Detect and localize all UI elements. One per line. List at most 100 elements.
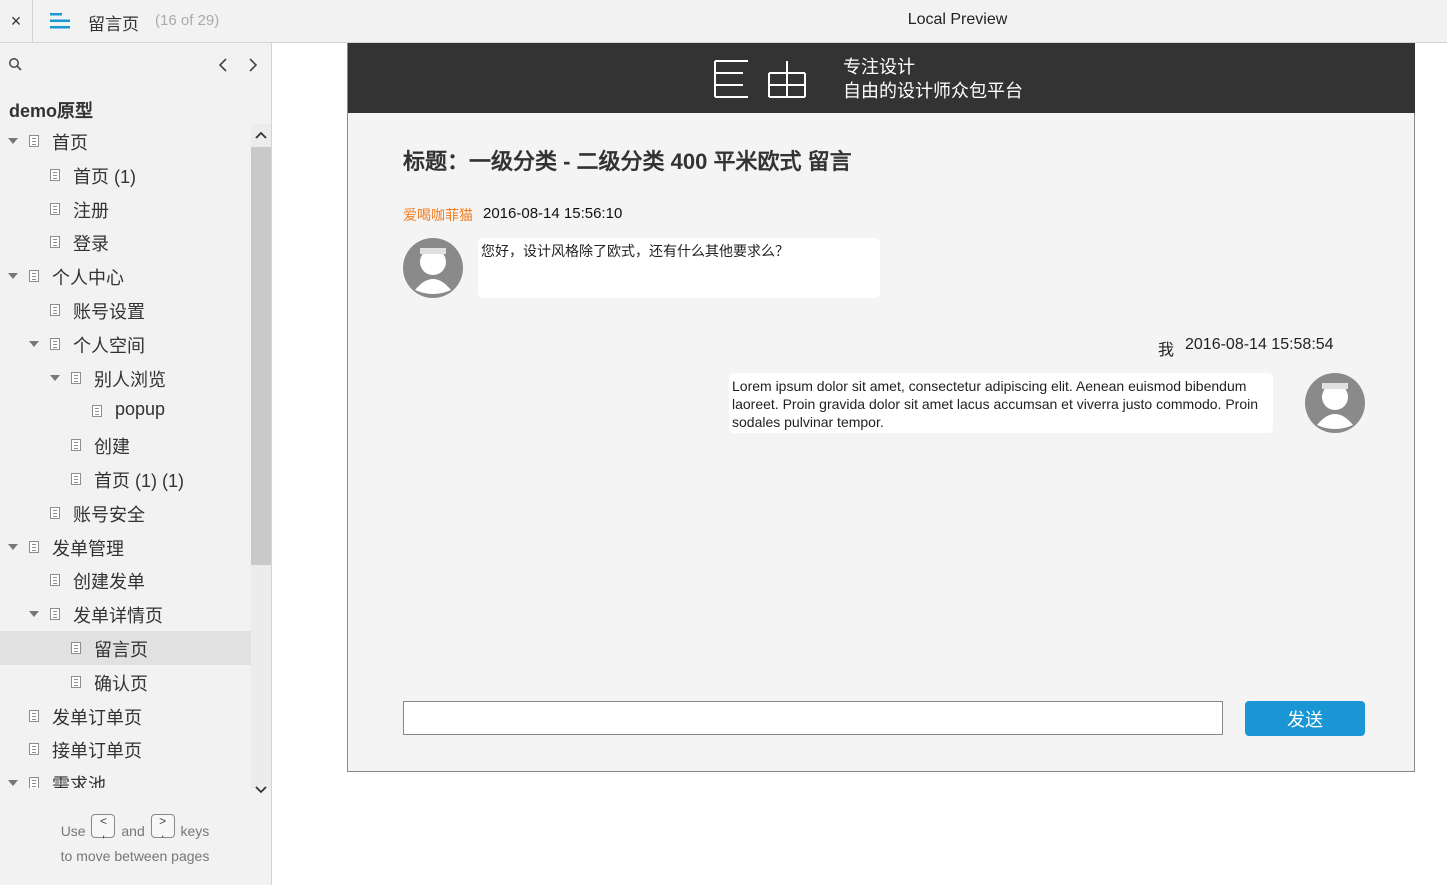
project-name: demo原型 <box>9 101 94 121</box>
prev-key-cap: < , <box>91 814 116 839</box>
tree-item-label: 创建 <box>94 437 130 458</box>
page-icon <box>50 337 60 350</box>
page-icon <box>29 743 39 756</box>
page-icon <box>29 777 39 788</box>
send-button[interactable]: 发送 <box>1245 701 1365 736</box>
tree-item[interactable]: 账号设置 <box>0 293 251 327</box>
tree-item[interactable]: 别人浏览 <box>0 361 251 395</box>
tree-item-label: 首页 (1) (1) <box>94 471 184 491</box>
help-and: and <box>121 823 145 839</box>
tree-item-label: 发单订单页 <box>52 707 142 728</box>
page-icon <box>71 439 81 452</box>
tree-item-label: 首页 <box>52 133 88 153</box>
tree-item[interactable]: 登录 <box>0 225 251 259</box>
page-tree: 首页首页 (1) 注册登录个人中心账号设置个人空间别人浏览 popup 创建首页 (1… <box>0 124 251 788</box>
tree-item[interactable]: 个人空间 <box>0 327 251 361</box>
close-icon: × <box>10 10 22 31</box>
search-icon[interactable] <box>8 57 24 73</box>
expand-caret-icon[interactable] <box>29 339 39 349</box>
page-icon <box>71 473 81 485</box>
tree-item-label: 个人中心 <box>52 268 124 289</box>
scroll-down-button[interactable] <box>251 780 271 800</box>
chevron-left-icon <box>218 58 227 72</box>
scroll-up-button[interactable] <box>251 125 271 145</box>
chevron-right-icon <box>249 58 258 72</box>
next-page-button[interactable] <box>245 56 261 74</box>
tree-item[interactable]: 发单管理 <box>0 530 251 564</box>
tree-item-label: 别人浏览 <box>94 369 166 390</box>
page-icon <box>92 405 102 418</box>
tree-item[interactable]: 发单详情页 <box>0 597 251 631</box>
page-icon <box>71 371 81 384</box>
tree-item[interactable]: 个人中心 <box>0 259 251 293</box>
tree-item[interactable]: 留言页 <box>0 631 251 665</box>
tree-item-label: 创建发单 <box>73 572 145 593</box>
tree-item[interactable]: 确认页 <box>0 665 251 699</box>
tree-item[interactable]: 首页 (1) (1) <box>0 462 251 496</box>
tree-item-label: 发单管理 <box>52 538 124 559</box>
page-icon <box>29 540 39 553</box>
page-icon <box>50 202 60 215</box>
message-1-username[interactable]: 爱喝咖菲猫 <box>403 205 473 225</box>
page-icon <box>71 675 81 688</box>
page-icon <box>50 574 60 587</box>
current-page-name: 留言页 <box>88 15 139 34</box>
reply-input[interactable] <box>403 701 1223 735</box>
message-1-time: 2016-08-14 15:56:10 <box>483 205 623 222</box>
tree-item-label: 确认页 <box>94 673 148 694</box>
tree-item[interactable]: 注册 <box>0 192 251 226</box>
brand-logo <box>713 59 808 99</box>
expand-caret-icon[interactable] <box>50 373 60 383</box>
tree-item-label: 账号设置 <box>73 302 145 322</box>
scrollbar-thumb[interactable] <box>251 147 271 565</box>
site-header: 专注设计 自由的设计师众包平台 <box>348 43 1415 113</box>
chevron-up-icon <box>255 131 267 139</box>
page-icon <box>29 135 39 147</box>
tree-item-label: popup <box>115 399 166 420</box>
expand-caret-icon[interactable] <box>8 778 18 788</box>
slogan-line-2: 自由的设计师众包平台 <box>843 81 1023 101</box>
message-2-time: 2016-08-14 15:58:54 <box>1185 336 1334 353</box>
expand-caret-icon[interactable] <box>29 609 39 619</box>
tree-item[interactable]: 创建 <box>0 428 251 462</box>
close-button[interactable]: × <box>0 0 33 42</box>
previous-page-button[interactable] <box>216 56 232 74</box>
tree-item[interactable]: 首页 <box>0 124 251 158</box>
tree-item-label: 发单详情页 <box>73 606 163 627</box>
tree-item[interactable]: popup <box>0 394 251 428</box>
avatar-icon <box>1305 373 1365 433</box>
message-title: 标题：一级分类 - 二级分类 400 平米欧式 留言 <box>403 149 852 174</box>
menu-icon[interactable] <box>49 10 71 32</box>
page-icon <box>50 304 60 316</box>
tree-item-label: 接单订单页 <box>52 741 142 762</box>
page-icon <box>50 506 60 519</box>
keyboard-help: Use < , and > . keys to move between pag… <box>0 814 270 869</box>
page-icon <box>50 608 60 621</box>
page-counter: (16 of 29) <box>155 12 220 29</box>
expand-caret-icon[interactable] <box>8 136 18 146</box>
message-2-username: 我 <box>1158 342 1175 359</box>
tree-item[interactable]: 创建发单 <box>0 563 251 597</box>
page-icon <box>50 168 60 181</box>
avatar <box>403 238 463 298</box>
page-icon <box>71 642 81 654</box>
avatar <box>1305 373 1365 433</box>
prototype-page: 专注设计 自由的设计师众包平台 标题：一级分类 - 二级分类 400 平米欧式 … <box>347 43 1415 772</box>
tree-item-label: 留言页 <box>94 640 148 660</box>
tree-item-label: 注册 <box>73 200 109 221</box>
page-icon <box>29 709 39 722</box>
tree-item-label: 需求池 <box>52 775 106 788</box>
expand-caret-icon[interactable] <box>8 271 18 281</box>
top-bar: × 留言页 (16 of 29) Local Preview <box>0 0 1447 43</box>
page-icon <box>50 236 60 249</box>
tree-item[interactable]: 首页 (1) <box>0 158 251 192</box>
tree-item[interactable]: 账号安全 <box>0 496 251 530</box>
tree-item-label: 账号安全 <box>73 504 145 525</box>
tree-item[interactable]: 发单订单页 <box>0 699 251 733</box>
tree-item[interactable]: 接单订单页 <box>0 732 251 766</box>
tree-item[interactable]: 需求池 <box>0 766 251 788</box>
tree-item-label: 首页 (1) <box>73 166 136 187</box>
page-icon <box>29 270 39 283</box>
expand-caret-icon[interactable] <box>8 542 18 552</box>
help-use: Use <box>60 823 86 839</box>
